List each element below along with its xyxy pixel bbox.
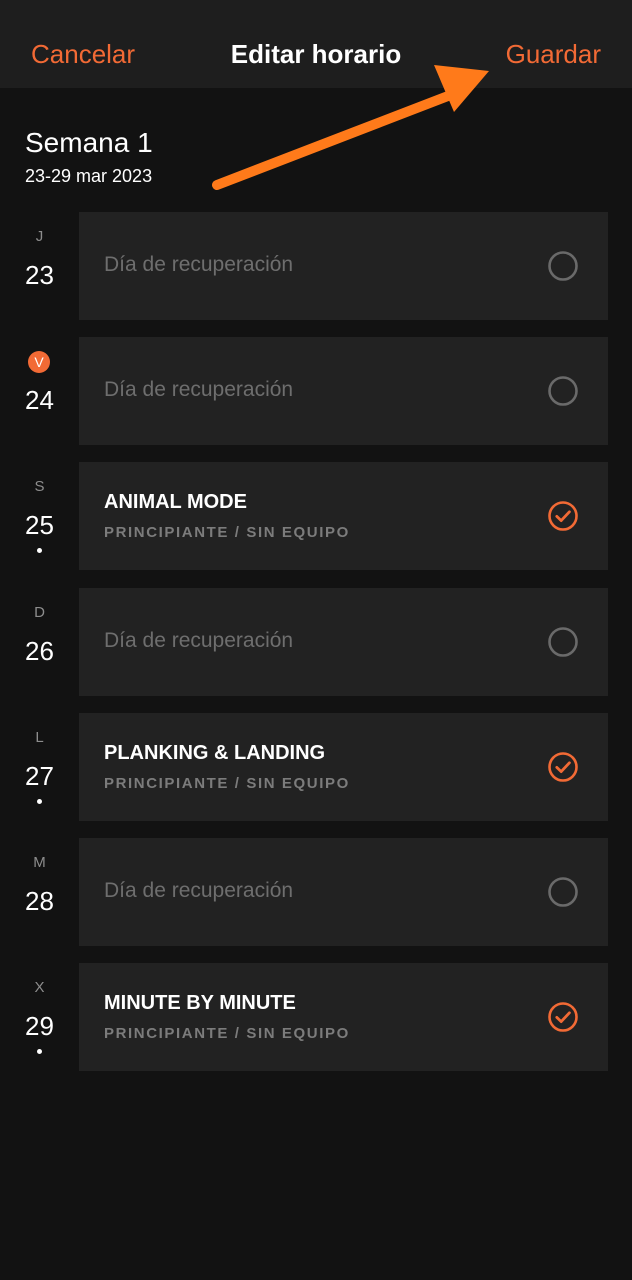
workout-name: ANIMAL MODE bbox=[104, 491, 247, 513]
day-number: 29 bbox=[25, 1011, 54, 1041]
rest-day-card[interactable]: Día de recuperación bbox=[79, 588, 608, 696]
empty-circle-icon[interactable] bbox=[547, 250, 579, 282]
day-row: M 28 Día de recuperación bbox=[0, 838, 632, 946]
day-number: 24 bbox=[25, 385, 54, 415]
day-number: 23 bbox=[25, 260, 54, 290]
rest-day-label: Día de recuperación bbox=[104, 378, 294, 401]
day-column: S 25 bbox=[0, 462, 79, 570]
week-title: Semana 1 bbox=[25, 127, 153, 158]
day-number: 27 bbox=[25, 761, 54, 791]
weekday-letter: X bbox=[34, 979, 45, 996]
weekday-letter: D bbox=[34, 604, 45, 621]
workout-indicator-dot bbox=[37, 799, 42, 804]
day-row: J 23 Día de recuperación bbox=[0, 212, 632, 320]
rest-day-label: Día de recuperación bbox=[104, 629, 294, 652]
workout-details: PRINCIPIANTE / SIN EQUIPO bbox=[104, 775, 350, 792]
workout-details: PRINCIPIANTE / SIN EQUIPO bbox=[104, 1025, 350, 1042]
day-column: L 27 bbox=[0, 713, 79, 821]
workout-name: PLANKING & LANDING bbox=[104, 742, 326, 764]
check-circle-icon[interactable] bbox=[547, 500, 579, 532]
empty-circle-icon[interactable] bbox=[547, 876, 579, 908]
rest-day-card[interactable]: Día de recuperación bbox=[79, 337, 608, 445]
day-row: S 25 ANIMAL MODE PRINCIPIANTE / SIN EQUIPO bbox=[0, 462, 632, 570]
day-row: L 27 PLANKING & LANDING PRINCIPIANTE / SIN … bbox=[0, 713, 632, 821]
save-button[interactable]: Guardar bbox=[506, 36, 601, 72]
day-number: 25 bbox=[25, 510, 54, 540]
edit-schedule-screen: Cancelar Editar horario Guardar Semana 1… bbox=[0, 0, 632, 1280]
rest-day-card[interactable]: Día de recuperación bbox=[79, 212, 608, 320]
empty-circle-icon[interactable] bbox=[547, 626, 579, 658]
workout-details: PRINCIPIANTE / SIN EQUIPO bbox=[104, 524, 350, 541]
top-bar: Cancelar Editar horario Guardar bbox=[0, 0, 632, 88]
check-circle-icon[interactable] bbox=[547, 1001, 579, 1033]
day-row: V 24 Día de recuperación bbox=[0, 337, 632, 445]
weekday-letter: J bbox=[35, 228, 44, 245]
day-column: X 29 bbox=[0, 963, 79, 1071]
workout-card[interactable]: ANIMAL MODE PRINCIPIANTE / SIN EQUIPO bbox=[79, 462, 608, 570]
day-number: 26 bbox=[25, 636, 54, 666]
empty-circle-icon[interactable] bbox=[547, 375, 579, 407]
day-number: 28 bbox=[25, 886, 54, 916]
rest-day-label: Día de recuperación bbox=[104, 253, 294, 276]
week-date-range: 23-29 mar 2023 bbox=[25, 166, 153, 186]
weekday-letter: S bbox=[34, 478, 45, 495]
weekday-letter: M bbox=[33, 854, 46, 871]
workout-indicator-dot bbox=[37, 1049, 42, 1054]
weekday-letter: L bbox=[35, 729, 44, 746]
check-circle-icon[interactable] bbox=[547, 751, 579, 783]
day-column: M 28 bbox=[0, 838, 79, 946]
workout-name: MINUTE BY MINUTE bbox=[104, 992, 296, 1014]
day-column: J 23 bbox=[0, 212, 79, 320]
rest-day-card[interactable]: Día de recuperación bbox=[79, 838, 608, 946]
workout-card[interactable]: MINUTE BY MINUTE PRINCIPIANTE / SIN EQUIP… bbox=[79, 963, 608, 1071]
day-row: X 29 MINUTE BY MINUTE PRINCIPIANTE / SIN EQ… bbox=[0, 963, 632, 1071]
rest-day-label: Día de recuperación bbox=[104, 879, 294, 902]
day-column: D 26 bbox=[0, 588, 79, 696]
day-row: D 26 Día de recuperación bbox=[0, 588, 632, 696]
day-column: V 24 bbox=[0, 337, 79, 445]
workout-card[interactable]: PLANKING & LANDING PRINCIPIANTE / SIN EQU… bbox=[79, 713, 608, 821]
today-weekday-badge: V bbox=[28, 351, 50, 373]
workout-indicator-dot bbox=[37, 548, 42, 553]
